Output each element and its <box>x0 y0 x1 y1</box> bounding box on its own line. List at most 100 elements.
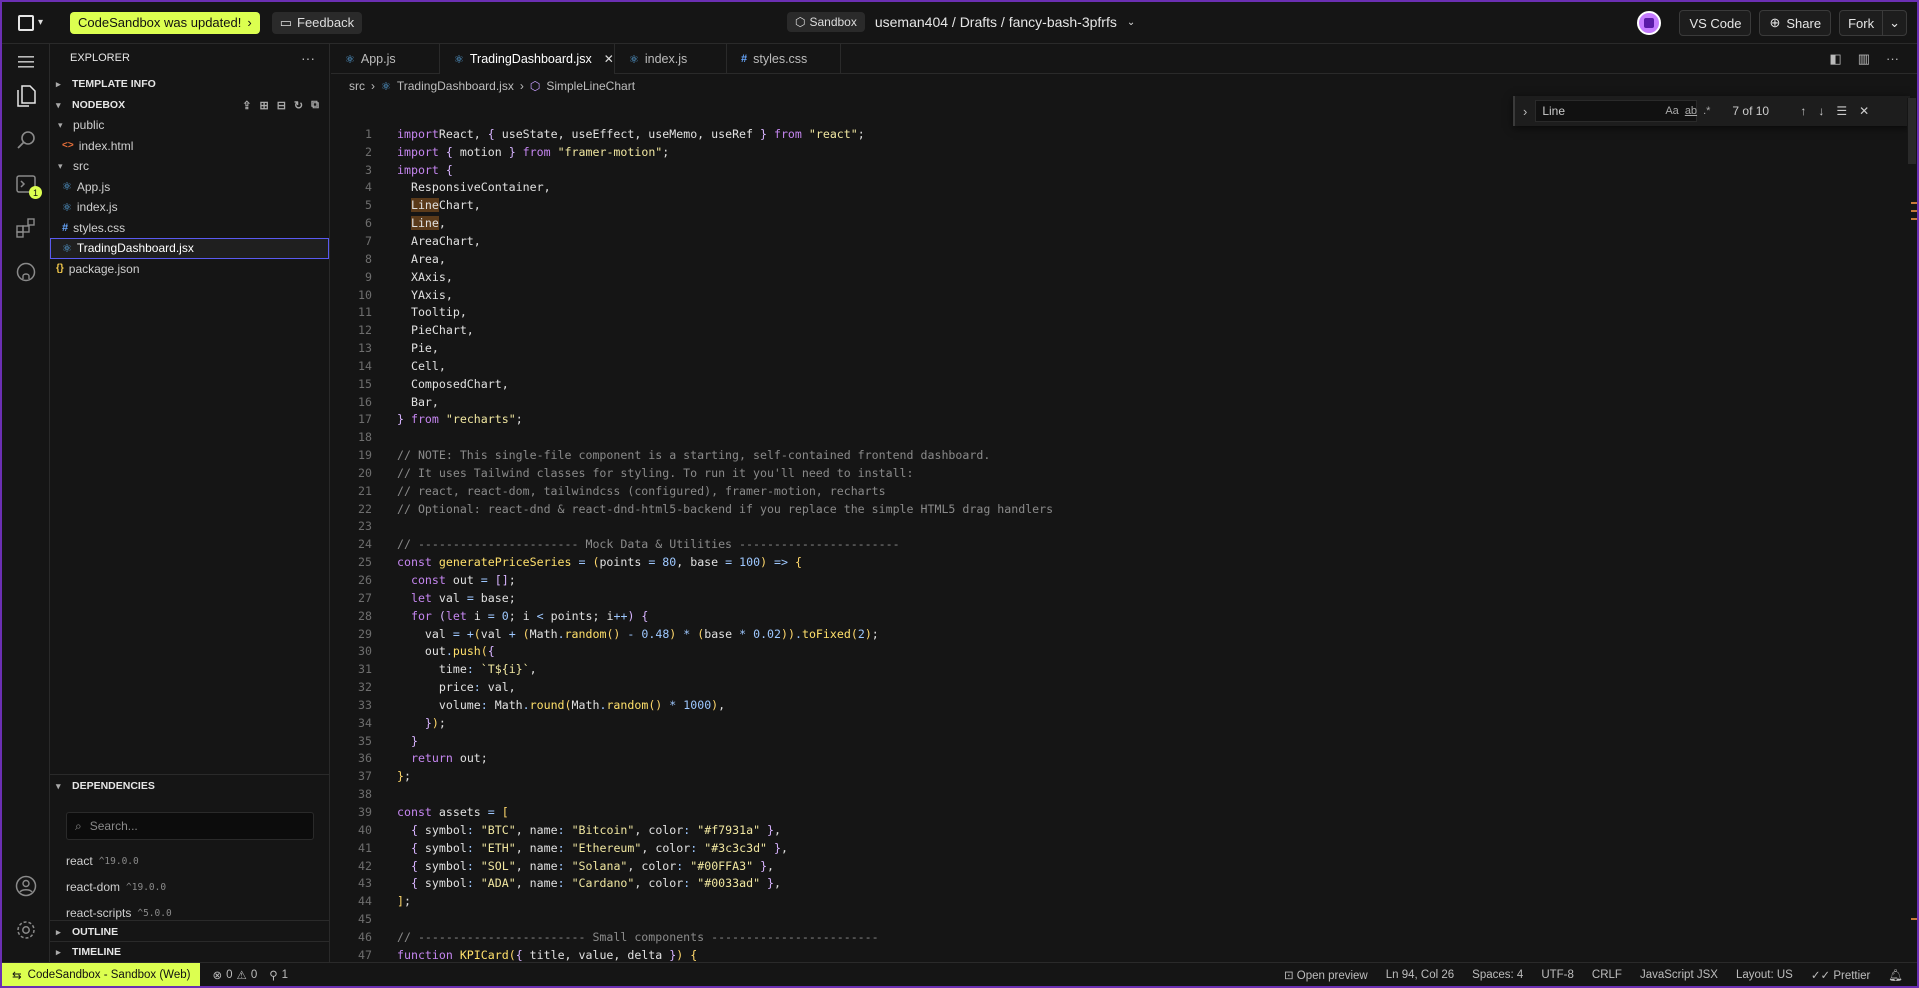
breadcrumb-item[interactable]: TradingDashboard.jsx <box>397 79 514 93</box>
tab-index-js[interactable]: ⚛ index.js <box>615 44 727 74</box>
code-line[interactable]: 36 return out; <box>331 750 1053 768</box>
code-line[interactable]: 39 const assets = [ <box>331 803 1053 821</box>
breadcrumb-item[interactable]: SimpleLineChart <box>546 79 635 93</box>
update-notice-pill[interactable]: CodeSandbox was updated! › <box>70 11 260 34</box>
code-line[interactable]: 7 AreaChart, <box>331 232 1053 250</box>
fork-button[interactable]: Fork ⌄ <box>1839 10 1907 36</box>
github-icon[interactable] <box>14 260 38 284</box>
code-line[interactable]: 35 } <box>331 732 1053 750</box>
close-icon[interactable]: ✕ <box>604 52 614 66</box>
tab-app-js[interactable]: ⚛ App.js <box>331 44 440 74</box>
dependency-row[interactable]: react ^19.0.0 <box>50 848 330 874</box>
settings-gear-icon[interactable] <box>14 918 38 942</box>
ports-indicator[interactable]: ⚲ 1 <box>269 968 288 982</box>
chevron-right-icon[interactable]: › <box>1523 104 1527 119</box>
code-line[interactable]: 11 Tooltip, <box>331 303 1053 321</box>
code-line[interactable]: 1 importReact, { useState, useEffect, use… <box>331 125 1053 143</box>
code-editor[interactable]: 1 importReact, { useState, useEffect, use… <box>331 98 1917 962</box>
prettier-button[interactable]: ✓✓ Prettier <box>1811 968 1871 982</box>
share-button[interactable]: ⊕ Share <box>1759 10 1832 36</box>
indentation[interactable]: Spaces: 4 <box>1472 969 1523 981</box>
find-in-selection-icon[interactable]: ☰ <box>1836 104 1847 118</box>
search-icon[interactable] <box>14 128 38 152</box>
avatar[interactable] <box>1637 11 1662 35</box>
code-line[interactable]: 30 out.push({ <box>331 642 1053 660</box>
code-line[interactable]: 20 // It uses Tailwind classes for stylin… <box>331 464 1053 482</box>
nodebox-section[interactable]: ▾ NODEBOX ⇪ ⊞ ⊟ ↻ ⧉ <box>50 95 329 115</box>
menu-icon[interactable] <box>14 50 38 74</box>
code-line[interactable]: 15 ComposedChart, <box>331 375 1053 393</box>
code-line[interactable]: 19 // NOTE: This single-file component is… <box>331 446 1053 464</box>
more-actions-icon[interactable]: ··· <box>301 50 315 66</box>
arrow-down-icon[interactable]: ↓ <box>1818 104 1824 118</box>
code-line[interactable]: 29 val = +(val + (Math.random() - 0.48) … <box>331 625 1053 643</box>
collapse-all-icon[interactable]: ⧉ <box>311 99 319 112</box>
toggle-preview-icon[interactable]: ◧ <box>1829 51 1841 67</box>
refresh-icon[interactable]: ↻ <box>294 99 303 112</box>
code-line[interactable]: 18 <box>331 428 1053 446</box>
code-line[interactable]: 2 import { motion } from "framer-motion"; <box>331 143 1053 161</box>
terminal-icon[interactable]: 1 <box>14 172 42 199</box>
notifications-bell-icon[interactable]: 🔔︎ <box>1888 968 1903 982</box>
tree-folder-public[interactable]: ▾ public <box>50 115 329 136</box>
editor-scrollbar[interactable] <box>1907 98 1917 962</box>
code-line[interactable]: 32 price: val, <box>331 678 1053 696</box>
code-line[interactable]: 37}; <box>331 767 1053 785</box>
scrollbar-thumb[interactable] <box>1908 98 1916 164</box>
explorer-files-icon[interactable] <box>14 84 38 108</box>
upload-icon[interactable]: ⇪ <box>242 99 251 112</box>
account-icon[interactable] <box>14 874 38 898</box>
more-actions-icon[interactable]: ··· <box>1886 51 1899 66</box>
code-line[interactable]: 12 PieChart, <box>331 321 1053 339</box>
encoding[interactable]: UTF-8 <box>1541 969 1574 981</box>
code-line[interactable]: 46 // ------------------------ Small comp… <box>331 928 1053 946</box>
tree-file-package-json[interactable]: {} package.json <box>50 259 329 280</box>
cursor-position[interactable]: Ln 94, Col 26 <box>1386 969 1454 981</box>
open-preview-button[interactable]: ⊡ Open preview <box>1284 968 1368 982</box>
tree-file-app-js[interactable]: ⚛ App.js <box>50 177 329 198</box>
code-line[interactable]: 23 <box>331 518 1053 536</box>
code-line[interactable]: 41 { symbol: "ETH", name: "Ethereum", co… <box>331 839 1053 857</box>
code-line[interactable]: 38 <box>331 785 1053 803</box>
code-line[interactable]: 8 Area, <box>331 250 1053 268</box>
dependency-search-input[interactable]: ⌕ Search... <box>66 812 314 840</box>
timeline-section[interactable]: ▸ TIMELINE <box>50 942 121 962</box>
code-line[interactable]: 31 time: `T${i}`, <box>331 660 1053 678</box>
end-of-line[interactable]: CRLF <box>1592 969 1622 981</box>
code-line[interactable]: 14 Cell, <box>331 357 1053 375</box>
tree-folder-src[interactable]: ▾ src <box>50 156 329 177</box>
chevron-down-icon[interactable]: ⌄ <box>1883 15 1906 31</box>
code-line[interactable]: 22 // Optional: react-dnd & react-dnd-htm… <box>331 500 1053 518</box>
code-line[interactable]: 42 { symbol: "SOL", name: "Solana", colo… <box>331 857 1053 875</box>
code-line[interactable]: 25 const generatePriceSeries = (points = … <box>331 553 1053 571</box>
chevron-down-icon[interactable]: ⌄ <box>1127 17 1135 28</box>
tab-styles-css[interactable]: # styles.css <box>727 44 841 74</box>
code-line[interactable]: 24 // ----------------------- Mock Data &… <box>331 535 1053 553</box>
breadcrumb-item[interactable]: src <box>349 79 365 93</box>
split-editor-icon[interactable]: ▥ <box>1858 51 1870 67</box>
open-vscode-button[interactable]: VS Code <box>1679 10 1752 36</box>
code-line[interactable]: 13 Pie, <box>331 339 1053 357</box>
code-line[interactable]: 43 { symbol: "ADA", name: "Cardano", col… <box>331 874 1053 892</box>
code-line[interactable]: 16 Bar, <box>331 393 1053 411</box>
new-file-icon[interactable]: ⊞ <box>259 99 268 112</box>
code-line[interactable]: 33 volume: Math.round(Math.random() * 10… <box>331 696 1053 714</box>
match-case-icon[interactable]: Aa <box>1665 105 1678 117</box>
code-line[interactable]: 27 let val = base; <box>331 589 1053 607</box>
code-line[interactable]: 40 { symbol: "BTC", name: "Bitcoin", col… <box>331 821 1053 839</box>
close-icon[interactable]: ✕ <box>1859 104 1869 118</box>
fork-button-label[interactable]: Fork <box>1840 11 1884 35</box>
code-line[interactable]: 5 LineChart, <box>331 196 1053 214</box>
template-info-section[interactable]: ▸ TEMPLATE INFO <box>50 74 329 94</box>
keyboard-layout[interactable]: Layout: US <box>1736 969 1793 981</box>
project-breadcrumb[interactable]: useman404 / Drafts / fancy-bash-3pfrfs <box>875 14 1117 30</box>
code-line[interactable]: 4 ResponsiveContainer, <box>331 179 1053 197</box>
tree-file-index-html[interactable]: <> index.html <box>50 136 329 157</box>
code-line[interactable]: 21 // react, react-dom, tailwindcss (conf… <box>331 482 1053 500</box>
feedback-button[interactable]: ▭ Feedback <box>271 11 363 34</box>
language-mode[interactable]: JavaScript JSX <box>1640 969 1718 981</box>
code-line[interactable]: 3 import { <box>331 161 1053 179</box>
arrow-up-icon[interactable]: ↑ <box>1800 104 1806 118</box>
code-line[interactable]: 45 <box>331 910 1053 928</box>
extensions-icon[interactable] <box>14 216 38 240</box>
